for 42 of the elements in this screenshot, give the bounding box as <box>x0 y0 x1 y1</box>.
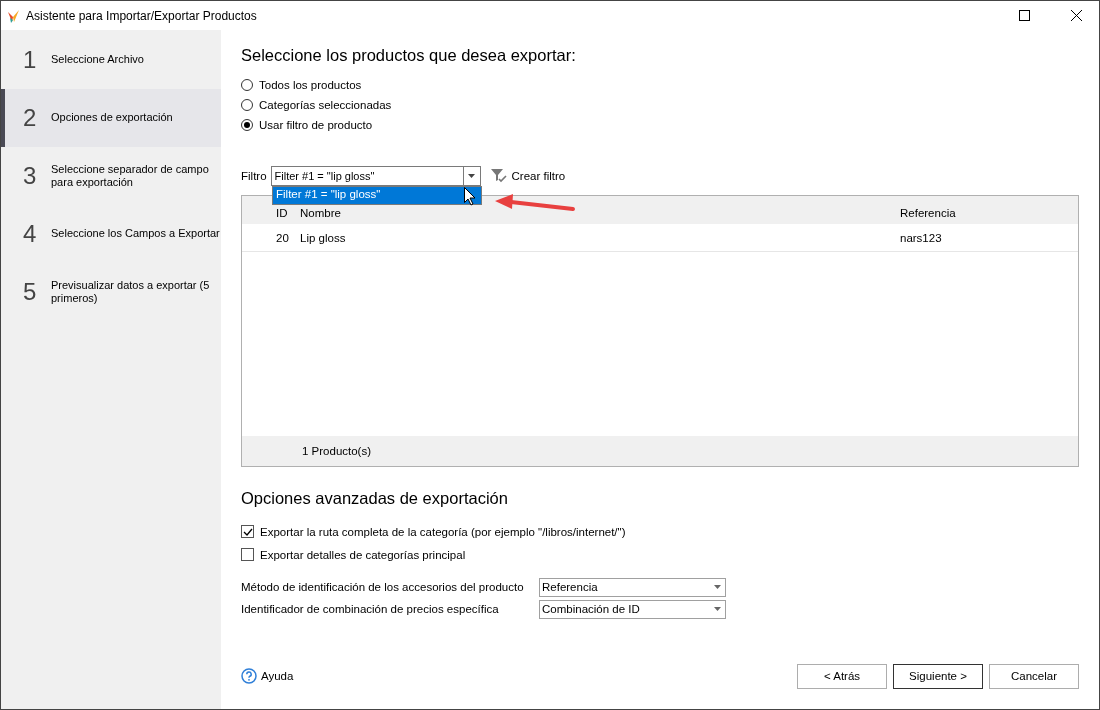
select-field[interactable]: Combinación de ID <box>539 599 726 619</box>
select-label: Identificador de combinación de precios específica <box>241 603 500 615</box>
radio-label: Todos los productos <box>259 79 362 91</box>
wizard-button[interactable]: Siguiente > <box>893 663 983 689</box>
step-number: 5 <box>23 278 38 306</box>
select-field[interactable]: Referencia <box>539 577 726 597</box>
create-filter-button[interactable]: Crear filtro <box>490 169 566 183</box>
checkbox-label: Exportar la ruta completa de la categoría (por ejemplo "/libros/internet/") <box>260 525 626 538</box>
wizard-button[interactable]: Cancelar <box>989 663 1079 689</box>
step-number: 4 <box>23 220 38 248</box>
dropdown-option[interactable]: Filter #1 = "lip gloss" <box>273 187 481 204</box>
step-label: Seleccione separador de campo para exportación <box>51 162 210 190</box>
table-cell-text: nars123 <box>900 231 943 244</box>
checkbox-label: Exportar detalles de categorías principal <box>260 548 466 561</box>
help-link[interactable]: Ayuda <box>241 668 294 684</box>
select-label: Método de identificación de los accesorios del producto <box>241 581 525 593</box>
step-label: Opciones de exportación <box>51 111 174 125</box>
column-header[interactable]: Nombre <box>296 207 900 219</box>
radio-label: Categorías seleccionadas <box>259 99 392 111</box>
wizard-step[interactable]: 4 Seleccione los Campos a Exportar <box>1 205 221 263</box>
filter-label: Filtro <box>241 170 267 182</box>
step-number: 1 <box>23 46 38 74</box>
wizard-step[interactable]: 5 Previsualizar datos a exportar (5 primeros) <box>1 263 221 321</box>
product-count: 1 Producto(s) <box>302 445 372 457</box>
table-cell-text: Lip gloss <box>299 231 347 244</box>
window-title: Asistente para Importar/Exportar Productos <box>26 8 258 23</box>
step-number: 3 <box>23 162 38 190</box>
wizard-step[interactable]: 3 Seleccione separador de campo para exportación <box>1 147 221 205</box>
step-number: 2 <box>23 104 38 132</box>
step-label: Seleccione los Campos a Exportar <box>51 227 221 241</box>
wizard-step[interactable]: 2 Opciones de exportación <box>1 89 221 147</box>
filter-dropdown[interactable]: Filter #1 = "lip gloss" <box>270 166 481 186</box>
column-header[interactable]: ID <box>276 207 296 219</box>
section-heading: Opciones avanzadas de exportación <box>241 489 509 508</box>
wizard-button[interactable]: < Atrás <box>797 663 887 689</box>
step-label: Previsualizar datos a exportar (5 primeros) <box>51 278 211 306</box>
radio-label: Usar filtro de producto <box>259 119 373 131</box>
step-label: Seleccione Archivo <box>51 53 145 67</box>
section-heading: Seleccione los productos que desea exportar: <box>241 46 577 65</box>
table-cell-text: 20 <box>276 231 290 244</box>
column-header[interactable]: Referencia <box>900 207 1078 219</box>
wizard-step[interactable]: 1 Seleccione Archivo <box>1 31 221 89</box>
